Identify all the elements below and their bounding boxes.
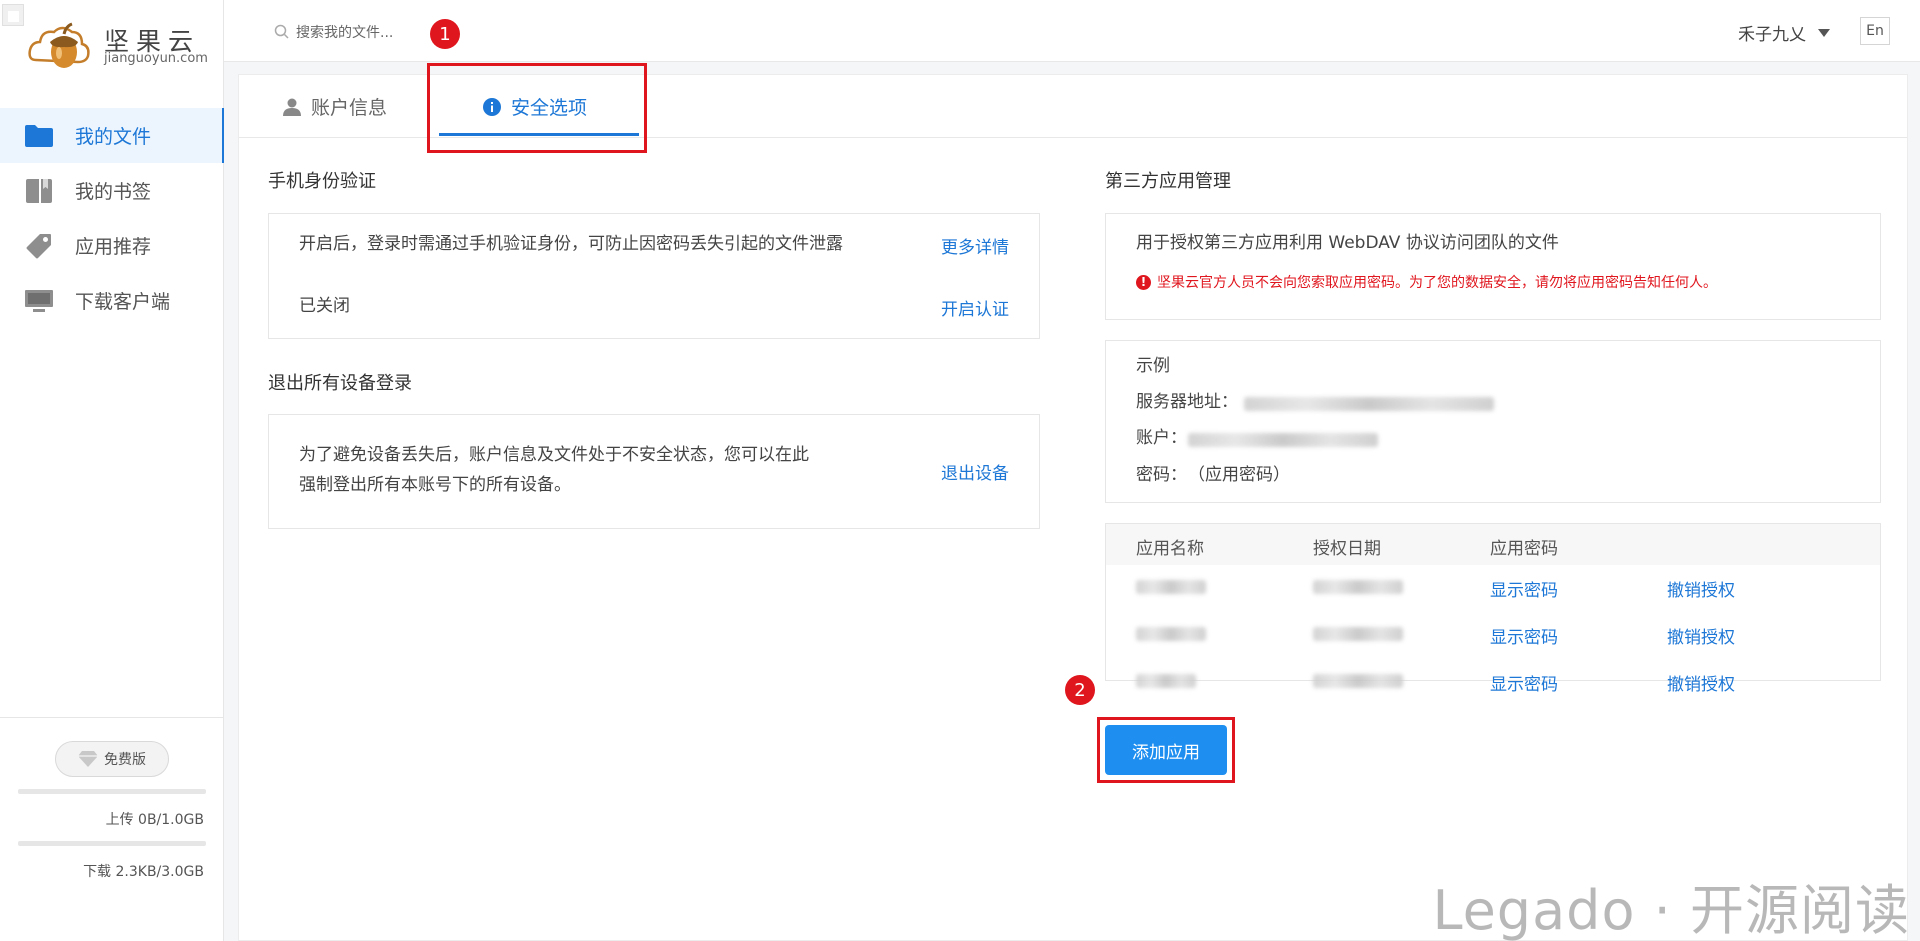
security-warning: ! 坚果云官方人员不会向您索取应用密码。为了您的数据安全，请勿将应用密码告知任何… (1136, 272, 1717, 292)
auth-date-redacted (1313, 627, 1403, 641)
user-icon (283, 98, 301, 116)
username: 禾子九乂 (1738, 25, 1806, 45)
app-name-redacted (1136, 674, 1196, 688)
logout-all-panel: 为了避免设备丢失后，账户信息及文件处于不安全状态，您可以在此 强制登出所有本账号… (268, 414, 1040, 529)
logo[interactable]: 坚果云 jianguoyun.com (28, 20, 208, 72)
sidebar: 坚果云 jianguoyun.com 我的文件 我的书签 应用推荐 下载客户端 … (0, 0, 224, 941)
phone-auth-title: 手机身份验证 (268, 171, 376, 192)
password-value: （应用密码） (1188, 465, 1290, 485)
auth-date-redacted (1313, 674, 1403, 688)
example-title: 示例 (1136, 356, 1170, 376)
tab-account-info[interactable]: 账户信息 (283, 75, 387, 138)
download-quota-text: 下载 2.3KB/3.0GB (83, 864, 204, 880)
phone-auth-panel: 开启后，登录时需通过手机验证身份，可防止因密码丢失引起的文件泄露 更多详情 已关… (268, 213, 1040, 339)
account-label: 账户： (1136, 428, 1187, 448)
header-app-password: 应用密码 (1490, 539, 1558, 559)
logo-domain: jianguoyun.com (104, 51, 208, 66)
upload-quota-bar (18, 789, 206, 794)
caret-down-icon (1818, 28, 1830, 37)
top-bar: 搜索我的文件... 禾子九乂 En (224, 0, 1920, 62)
folder-icon (24, 123, 54, 149)
tag-icon (24, 233, 54, 259)
acorn-logo-icon (28, 22, 90, 68)
tab-label: 账户信息 (311, 97, 388, 119)
warning-text: 坚果云官方人员不会向您索取应用密码。为了您的数据安全，请勿将应用密码告知任何人。 (1157, 275, 1717, 291)
user-menu[interactable]: 禾子九乂 (1738, 20, 1830, 45)
app-table: 应用名称 授权日期 应用密码 显示密码 撤销授权 显示密码 撤销授权 显示密码 … (1105, 523, 1881, 695)
plan-label: 免费版 (104, 752, 146, 768)
annotation-badge-1: 1 (430, 19, 460, 49)
revoke-auth-link[interactable]: 撤销授权 (1667, 576, 1735, 601)
sidebar-nav: 我的文件 我的书签 应用推荐 下载客户端 (0, 108, 224, 328)
app-name-redacted (1136, 580, 1206, 594)
sidebar-item-label: 应用推荐 (75, 236, 152, 258)
search-input[interactable]: 搜索我的文件... (296, 22, 393, 42)
phone-auth-description: 开启后，登录时需通过手机验证身份，可防止因密码丢失引起的文件泄露 (299, 234, 843, 254)
upload-quota-text: 上传 0B/1.0GB (105, 812, 204, 828)
logout-all-title: 退出所有设备登录 (268, 373, 412, 394)
show-password-link[interactable]: 显示密码 (1490, 623, 1558, 648)
enable-auth-link[interactable]: 开启认证 (941, 295, 1009, 320)
search-icon (274, 24, 289, 39)
header-auth-date: 授权日期 (1313, 539, 1381, 559)
third-party-title: 第三方应用管理 (1105, 171, 1231, 192)
app-name-redacted (1136, 627, 1206, 641)
header-app-name: 应用名称 (1136, 539, 1204, 559)
warning-icon: ! (1136, 274, 1151, 290)
sidebar-item-app-recommend[interactable]: 应用推荐 (0, 218, 224, 273)
logout-devices-link[interactable]: 退出设备 (941, 459, 1009, 484)
app-table-header: 应用名称 授权日期 应用密码 (1106, 524, 1880, 565)
server-address-label: 服务器地址： (1136, 392, 1238, 412)
auth-date-redacted (1313, 580, 1403, 594)
window-corner-box (2, 4, 24, 26)
sidebar-item-download-client[interactable]: 下载客户端 (0, 273, 224, 328)
show-password-link[interactable]: 显示密码 (1490, 670, 1558, 695)
show-password-link[interactable]: 显示密码 (1490, 576, 1558, 601)
annotation-highlight-add (1097, 717, 1235, 783)
monitor-icon (24, 288, 54, 314)
watermark-text: Legado · 开源阅读 (1432, 879, 1910, 941)
server-address-redacted (1244, 397, 1494, 411)
search-box[interactable]: 搜索我的文件... (274, 22, 393, 42)
phone-auth-status: 已关闭 (299, 296, 350, 316)
account-redacted (1188, 433, 1378, 447)
revoke-auth-link[interactable]: 撤销授权 (1667, 670, 1735, 695)
third-party-info-panel: 用于授权第三方应用利用 WebDAV 协议访问团队的文件 ! 坚果云官方人员不会… (1105, 213, 1881, 320)
third-party-description: 用于授权第三方应用利用 WebDAV 协议访问团队的文件 (1136, 233, 1559, 253)
logout-description-line1: 为了避免设备丢失后，账户信息及文件处于不安全状态，您可以在此 (299, 445, 809, 465)
main-content: 账户信息 安全选项 手机身份验证 开启后，登录时需通过手机验证身份，可防止因密码… (238, 63, 1908, 941)
diamond-icon (78, 751, 98, 767)
logout-description-line2: 强制登出所有本账号下的所有设备。 (299, 475, 571, 495)
language-button[interactable]: En (1860, 17, 1890, 45)
annotation-badge-2: 2 (1065, 675, 1095, 705)
sidebar-item-label: 我的书签 (75, 181, 152, 203)
bookmark-icon (24, 178, 54, 204)
example-panel: 示例 服务器地址： 账户： 密码： （应用密码） (1105, 340, 1881, 503)
password-label: 密码： (1136, 465, 1187, 485)
sidebar-item-my-files[interactable]: 我的文件 (0, 108, 224, 163)
more-details-link[interactable]: 更多详情 (941, 233, 1009, 258)
storage-panel: 免费版 上传 0B/1.0GB 下载 2.3KB/3.0GB (0, 717, 224, 941)
annotation-highlight-tab (427, 63, 647, 153)
sidebar-item-label: 我的文件 (75, 126, 152, 148)
revoke-auth-link[interactable]: 撤销授权 (1667, 623, 1735, 648)
download-quota-bar (18, 841, 206, 846)
plan-button[interactable]: 免费版 (55, 741, 169, 777)
sidebar-item-label: 下载客户端 (75, 291, 171, 313)
sidebar-item-bookmarks[interactable]: 我的书签 (0, 163, 224, 218)
